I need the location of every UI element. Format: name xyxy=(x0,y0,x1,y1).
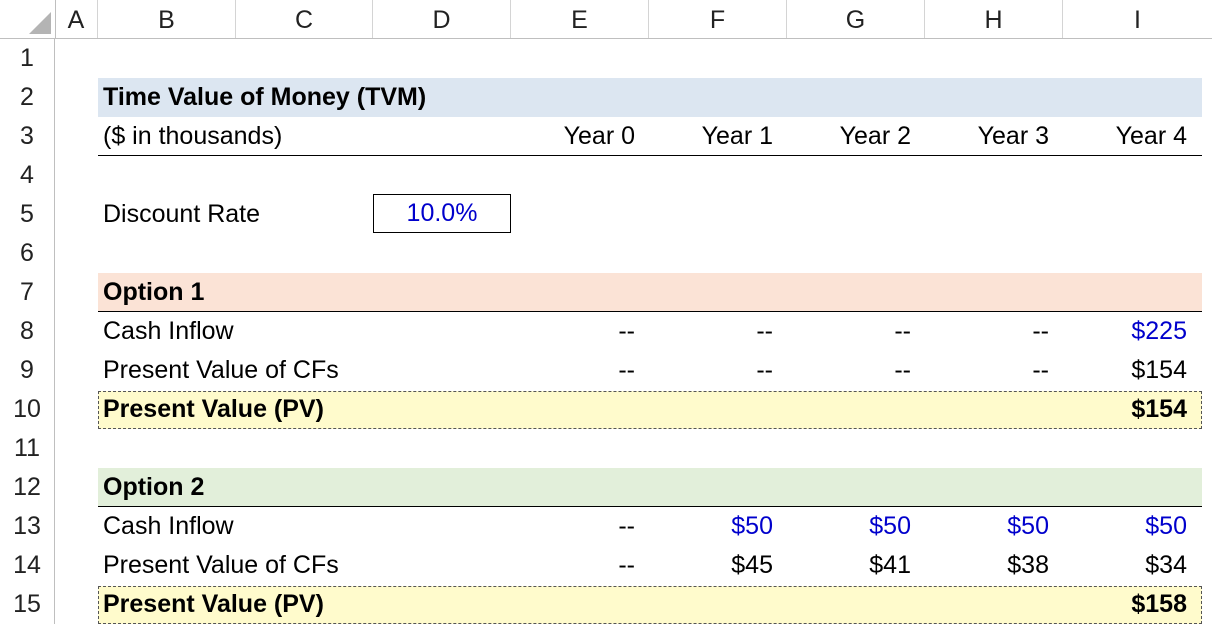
year-0-header[interactable]: Year 0 xyxy=(511,117,635,156)
column-header-c[interactable]: C xyxy=(236,0,373,38)
row-header-3[interactable]: 3 xyxy=(0,117,55,156)
option2-pv-cfs-y4[interactable]: $34 xyxy=(1063,546,1187,585)
option1-pv-value[interactable]: $154 xyxy=(1063,390,1187,429)
row-header-7[interactable]: 7 xyxy=(0,273,55,312)
row-header-2[interactable]: 2 xyxy=(0,78,55,117)
column-header-g[interactable]: G xyxy=(787,0,925,38)
row-header-13[interactable]: 13 xyxy=(0,507,55,546)
row-header-4[interactable]: 4 xyxy=(0,156,55,195)
column-header-i[interactable]: I xyxy=(1063,0,1212,38)
header-underline xyxy=(98,155,1202,156)
select-all-triangle-icon xyxy=(29,12,51,34)
option1-pv-cfs-y4[interactable]: $154 xyxy=(1063,351,1187,390)
year-3-header[interactable]: Year 3 xyxy=(925,117,1049,156)
option2-pv-cfs-y3[interactable]: $38 xyxy=(925,546,1049,585)
option1-pv-cfs-y1[interactable]: -- xyxy=(649,351,773,390)
discount-rate-input[interactable]: 10.0% xyxy=(373,194,511,233)
year-4-header[interactable]: Year 4 xyxy=(1063,117,1187,156)
option1-cash-inflow-y2[interactable]: -- xyxy=(787,312,911,351)
row-header-8[interactable]: 8 xyxy=(0,312,55,351)
option2-cash-inflow-label[interactable]: Cash Inflow xyxy=(103,507,363,546)
column-header-b[interactable]: B xyxy=(98,0,236,38)
column-header-e[interactable]: E xyxy=(511,0,649,38)
year-2-header[interactable]: Year 2 xyxy=(787,117,911,156)
option1-cash-inflow-y0[interactable]: -- xyxy=(511,312,635,351)
option1-header[interactable]: Option 1 xyxy=(103,273,403,312)
option2-cash-inflow-y1[interactable]: $50 xyxy=(649,507,773,546)
units-label[interactable]: ($ in thousands) xyxy=(103,117,503,156)
column-header-a[interactable]: A xyxy=(55,0,98,38)
column-header-d[interactable]: D xyxy=(373,0,511,38)
year-1-header[interactable]: Year 1 xyxy=(649,117,773,156)
column-header-h[interactable]: H xyxy=(925,0,1063,38)
row-header-1[interactable]: 1 xyxy=(0,39,55,78)
select-all-corner[interactable] xyxy=(0,0,56,38)
option2-cash-inflow-y4[interactable]: $50 xyxy=(1063,507,1187,546)
option1-cash-inflow-y4[interactable]: $225 xyxy=(1063,312,1187,351)
option1-pv-label[interactable]: Present Value (PV) xyxy=(103,390,403,429)
option1-pv-cfs-label[interactable]: Present Value of CFs xyxy=(103,351,403,390)
option2-pv-cfs-y1[interactable]: $45 xyxy=(649,546,773,585)
option1-pv-cfs-y2[interactable]: -- xyxy=(787,351,911,390)
option2-pv-value[interactable]: $158 xyxy=(1063,585,1187,624)
option1-cash-inflow-y3[interactable]: -- xyxy=(925,312,1049,351)
option2-pv-cfs-label[interactable]: Present Value of CFs xyxy=(103,546,403,585)
row-header-5[interactable]: 5 xyxy=(0,195,55,234)
row-header-14[interactable]: 14 xyxy=(0,546,55,585)
option1-pv-cfs-y0[interactable]: -- xyxy=(511,351,635,390)
option1-pv-cfs-y3[interactable]: -- xyxy=(925,351,1049,390)
option2-pv-label[interactable]: Present Value (PV) xyxy=(103,585,403,624)
row-header-10[interactable]: 10 xyxy=(0,390,55,429)
option2-cash-inflow-y0[interactable]: -- xyxy=(511,507,635,546)
option2-cash-inflow-y2[interactable]: $50 xyxy=(787,507,911,546)
option2-pv-cfs-y2[interactable]: $41 xyxy=(787,546,911,585)
column-header-f[interactable]: F xyxy=(649,0,787,38)
option1-cash-inflow-y1[interactable]: -- xyxy=(649,312,773,351)
option1-cash-inflow-label[interactable]: Cash Inflow xyxy=(103,312,363,351)
option2-cash-inflow-y3[interactable]: $50 xyxy=(925,507,1049,546)
column-header-bar: A B C D E F G H I xyxy=(0,0,1212,39)
row-header-6[interactable]: 6 xyxy=(0,234,55,273)
row-header-11[interactable]: 11 xyxy=(0,429,55,468)
discount-rate-label[interactable]: Discount Rate xyxy=(103,195,363,234)
option2-header[interactable]: Option 2 xyxy=(103,468,403,507)
model-title[interactable]: Time Value of Money (TVM) xyxy=(103,78,703,117)
row-header-15[interactable]: 15 xyxy=(0,585,55,624)
spreadsheet: A B C D E F G H I 1 2 3 4 5 6 7 8 9 10 1… xyxy=(0,0,1212,632)
row-header-12[interactable]: 12 xyxy=(0,468,55,507)
row-header-9[interactable]: 9 xyxy=(0,351,55,390)
option2-pv-cfs-y0[interactable]: -- xyxy=(511,546,635,585)
